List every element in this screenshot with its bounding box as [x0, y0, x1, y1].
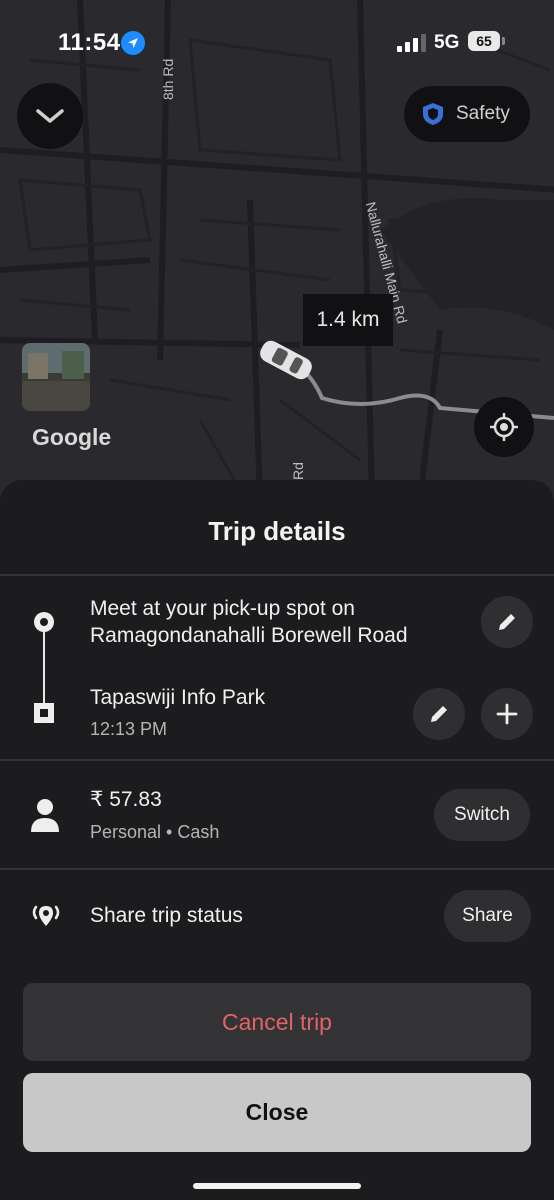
share-button[interactable]: Share	[444, 890, 531, 942]
recenter-button[interactable]	[474, 397, 534, 457]
route-line	[43, 632, 45, 704]
fare-amount: ₹ 57.83	[90, 788, 162, 811]
pickup-line-2: Ramagondanahalli Borewell Road	[90, 624, 408, 647]
payment-method: Personal • Cash	[90, 822, 220, 842]
pencil-icon	[499, 614, 515, 630]
edit-pickup-button[interactable]	[481, 596, 533, 648]
map-view[interactable]: 11:54 5G 65 Safety 8th Rd Nallurahalli M…	[0, 0, 554, 500]
shield-icon	[423, 103, 443, 125]
road-label-8th-rd: 8th Rd	[160, 58, 176, 100]
distance-badge: 1.4 km	[303, 294, 393, 346]
safety-label: Safety	[456, 103, 510, 124]
dropoff-name: Tapaswiji Info Park	[90, 686, 266, 709]
street-view-thumbnail[interactable]	[22, 343, 90, 411]
divider	[0, 868, 554, 870]
network-label: 5G	[434, 32, 460, 53]
plus-icon	[496, 703, 518, 725]
status-bar: 11:54 5G 65	[0, 0, 554, 80]
safety-button[interactable]: Safety	[404, 86, 530, 142]
divider	[0, 759, 554, 761]
share-trip-label: Share trip status	[90, 904, 243, 927]
home-indicator	[193, 1183, 361, 1189]
crosshair-icon	[490, 413, 518, 441]
battery-tip	[502, 37, 505, 45]
battery-icon: 65	[468, 31, 500, 51]
pickup-marker-icon	[34, 612, 54, 632]
cancel-trip-button[interactable]: Cancel trip	[23, 983, 531, 1061]
pencil-icon	[431, 706, 447, 722]
signal-icon	[397, 34, 426, 52]
collapse-button[interactable]	[17, 83, 83, 149]
person-icon	[31, 799, 59, 832]
edit-dropoff-button[interactable]	[413, 688, 465, 740]
location-arrow-icon	[121, 31, 145, 55]
close-button[interactable]: Close	[23, 1073, 531, 1152]
switch-payment-button[interactable]: Switch	[434, 789, 530, 841]
divider	[0, 574, 554, 576]
pickup-line-1: Meet at your pick-up spot on	[90, 597, 355, 620]
road-label-rd: Rd	[290, 462, 306, 480]
google-attribution: Google	[32, 424, 112, 450]
add-stop-button[interactable]	[481, 688, 533, 740]
status-time: 11:54	[58, 29, 121, 56]
dropoff-marker-icon	[34, 703, 54, 723]
chevron-down-icon	[36, 109, 64, 123]
sheet-title: Trip details	[208, 516, 346, 546]
dropoff-eta: 12:13 PM	[90, 719, 168, 739]
share-location-icon	[32, 905, 60, 926]
